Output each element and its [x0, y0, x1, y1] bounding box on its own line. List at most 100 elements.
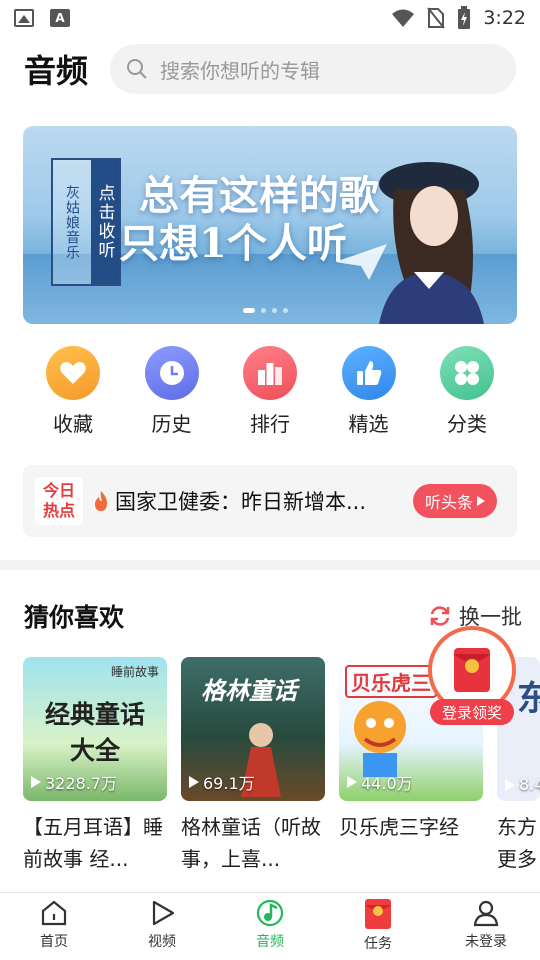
tab-tasks-label: 任务: [364, 936, 392, 952]
clock-time: 3:22: [483, 7, 526, 29]
album-title: 【五月耳语】睡前故事 经...: [23, 815, 163, 871]
home-icon: [41, 900, 67, 926]
banner-headline-line1: 总有这样的歌: [139, 172, 379, 219]
red-envelope-icon: [365, 899, 391, 929]
tab-tasks[interactable]: 任务: [324, 893, 432, 960]
play-count-value: 8.4: [519, 775, 540, 794]
tab-audio-label: 音频: [256, 934, 284, 950]
tab-home-label: 首页: [40, 934, 68, 950]
play-count: 8.4: [505, 775, 540, 794]
play-count-icon: [347, 776, 357, 788]
login-reward-label: 登录领奖: [430, 699, 514, 725]
listen-headline-button[interactable]: 听头条: [413, 484, 498, 518]
banner-tag-main: 点击收听: [91, 160, 119, 284]
tab-profile-label: 未登录: [465, 934, 507, 950]
user-icon: [473, 900, 499, 927]
quick-action-favorites-circle: [46, 346, 100, 400]
bar-chart-icon: [258, 363, 282, 385]
quick-action-history[interactable]: 历史: [123, 346, 221, 437]
clock-icon: [159, 361, 184, 385]
listen-headline-label: 听头条: [425, 493, 474, 512]
quick-action-categories[interactable]: 分类: [418, 346, 516, 437]
carousel-dot-3: [272, 308, 277, 313]
recommend-title: 猜你喜欢: [24, 603, 125, 632]
quick-actions: 收藏 历史 排行 精选 分类: [24, 346, 516, 437]
quick-action-favorites-label: 收藏: [53, 412, 93, 436]
hot-badge-line2: 热点: [42, 501, 75, 520]
album-cover-tag: 睡前故事: [110, 665, 159, 679]
battery-charging-icon: [458, 6, 471, 29]
album-cover: 格林童话 69.1万: [181, 657, 325, 801]
play-count: 3228.7万: [31, 770, 117, 794]
play-count-icon: [189, 776, 199, 788]
bottom-tab-bar: 首页 视频 音频 任务 未登录: [0, 892, 540, 960]
quick-action-ranking-circle: [243, 346, 297, 400]
header: 音频 搜索你想听的专辑: [24, 42, 516, 96]
refresh-icon: [430, 606, 450, 626]
search-placeholder: 搜索你想听的专辑: [160, 58, 320, 83]
quick-action-featured[interactable]: 精选: [320, 346, 418, 437]
play-count-value: 44.0万: [361, 774, 413, 793]
image-notification-icon: [14, 9, 34, 27]
play-count-icon: [505, 778, 515, 791]
quick-action-categories-circle: [440, 346, 494, 400]
quick-action-history-label: 历史: [151, 412, 192, 436]
tab-audio[interactable]: 音频: [216, 893, 324, 960]
no-sim-icon: [427, 7, 446, 29]
tab-profile[interactable]: 未登录: [432, 893, 540, 960]
login-reward-promo[interactable]: 登录领奖: [426, 626, 518, 726]
hot-today-badge: 今日 热点: [35, 477, 83, 525]
quick-action-history-circle: [144, 346, 199, 400]
music-note-icon: [256, 899, 284, 927]
album-title: 东方更多: [497, 815, 537, 871]
caret-right-icon: [477, 496, 486, 506]
search-bar[interactable]: 搜索你想听的专辑: [110, 44, 516, 94]
banner-tag-sub: 灰姑娘音乐: [64, 184, 80, 260]
clover-icon: [455, 361, 479, 385]
quick-action-categories-label: 分类: [447, 412, 487, 436]
thumbs-up-icon: [356, 361, 381, 385]
album-title: 贝乐虎三字经: [339, 815, 459, 839]
quick-action-favorites[interactable]: 收藏: [24, 346, 122, 437]
tab-home[interactable]: 首页: [0, 893, 108, 960]
play-count-value: 3228.7万: [45, 774, 117, 793]
tab-video-label: 视频: [148, 934, 176, 950]
play-icon: [152, 900, 175, 926]
page-title: 音频: [24, 52, 89, 90]
quick-action-featured-label: 精选: [348, 412, 389, 436]
album-cover: 睡前故事 经典童话大全 3228.7万: [23, 657, 167, 801]
album-card[interactable]: 格林童话 69.1万 格林童话（听故事，上喜...: [181, 657, 325, 875]
quick-action-ranking[interactable]: 排行: [221, 346, 319, 437]
paper-plane-icon: [335, 244, 387, 280]
hot-news-bar[interactable]: 今日 热点 国家卫健委：昨日新增本... 听头条: [23, 465, 517, 537]
status-bar: A 3:22: [0, 0, 540, 36]
banner-carousel[interactable]: 点击收听 灰姑娘音乐 总有这样的歌 只想1个人听: [23, 126, 517, 324]
play-count: 69.1万: [189, 770, 255, 794]
font-notification-icon: A: [50, 9, 70, 27]
carousel-indicator: [243, 308, 288, 313]
red-envelope-icon: [454, 648, 490, 692]
quick-action-featured-circle: [341, 346, 396, 400]
album-cover-title: 东新: [517, 679, 540, 719]
album-cover-title: 格林童话: [201, 677, 297, 705]
wifi-icon: [392, 9, 415, 27]
banner-girl-illustration: [379, 162, 484, 324]
album-cover-title: 经典童话大全: [44, 700, 145, 765]
carousel-dot-2: [261, 308, 266, 313]
carousel-dot-1: [243, 308, 255, 313]
tiger-mascot: [354, 701, 406, 777]
carousel-dot-4: [283, 308, 288, 313]
play-count: 44.0万: [347, 770, 413, 794]
quick-action-ranking-label: 排行: [250, 412, 290, 436]
album-card[interactable]: 睡前故事 经典童话大全 3228.7万 【五月耳语】睡前故事 经...: [23, 657, 167, 875]
album-title: 格林童话（听故事，上喜...: [181, 815, 321, 871]
flame-icon: [95, 491, 107, 511]
hot-badge-line1: 今日: [42, 481, 75, 500]
hot-news-headline: 国家卫健委：昨日新增本...: [115, 490, 367, 514]
tab-video[interactable]: 视频: [108, 893, 216, 960]
search-icon: [127, 59, 147, 79]
section-divider: [0, 560, 540, 570]
play-count-icon: [31, 776, 41, 788]
album-cover-title: 贝乐虎三: [345, 665, 437, 698]
play-count-value: 69.1万: [203, 774, 255, 793]
